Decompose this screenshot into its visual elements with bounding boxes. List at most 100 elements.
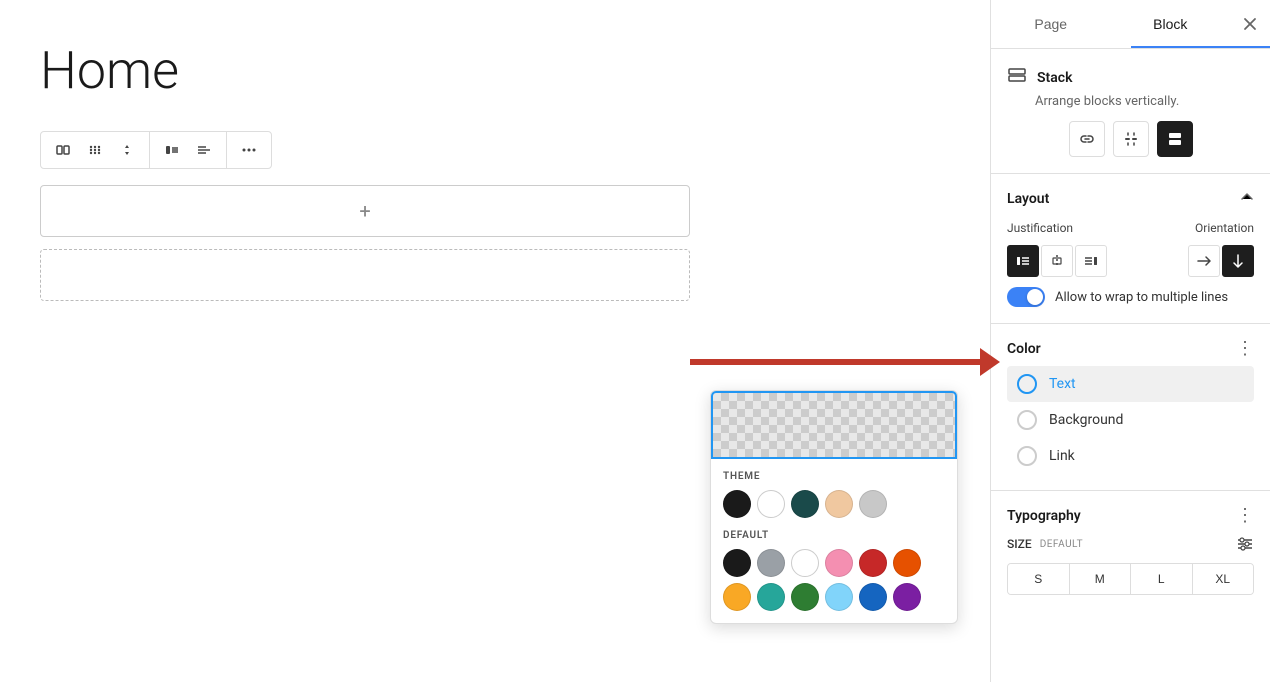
canvas-area: Home bbox=[0, 0, 990, 682]
size-l-btn[interactable]: L bbox=[1131, 564, 1193, 594]
size-label: SIZE bbox=[1007, 537, 1032, 551]
stack-link-btn[interactable] bbox=[1069, 121, 1105, 157]
justify-right-btn[interactable] bbox=[1075, 245, 1107, 277]
toolbar-grid-btn[interactable] bbox=[81, 136, 109, 164]
color-option-text[interactable]: Text bbox=[1007, 366, 1254, 402]
theme-label: THEME bbox=[723, 471, 945, 482]
swatch-teal[interactable] bbox=[791, 490, 819, 518]
justify-buttons bbox=[1007, 245, 1107, 277]
toolbar-group-2 bbox=[150, 132, 227, 168]
swatch-d-yellow[interactable] bbox=[723, 583, 751, 611]
swatch-d-green[interactable] bbox=[791, 583, 819, 611]
swatch-d-gray[interactable] bbox=[757, 549, 785, 577]
page-title: Home bbox=[40, 40, 950, 101]
layout-collapse-btn[interactable] bbox=[1240, 190, 1254, 207]
color-option-link[interactable]: Link bbox=[1007, 438, 1254, 474]
sidebar-close-btn[interactable] bbox=[1230, 0, 1270, 48]
typography-more-btn[interactable]: ⋮ bbox=[1236, 507, 1254, 525]
layout-header: Layout bbox=[1007, 190, 1254, 207]
stack-header: Stack bbox=[1007, 65, 1254, 90]
color-preview[interactable] bbox=[711, 391, 957, 459]
toolbar-align-left-btn[interactable] bbox=[158, 136, 186, 164]
color-option-background[interactable]: Background bbox=[1007, 402, 1254, 438]
swatch-d-blue[interactable] bbox=[859, 583, 887, 611]
stack-desc: Arrange blocks vertically. bbox=[1035, 94, 1254, 109]
toolbar-stack-btn[interactable] bbox=[49, 136, 77, 164]
size-xl-btn[interactable]: XL bbox=[1193, 564, 1254, 594]
layout-btns-row bbox=[1007, 245, 1254, 277]
size-row: SIZE DEFAULT bbox=[1007, 535, 1254, 553]
swatch-black[interactable] bbox=[723, 490, 751, 518]
color-section: Color ⋮ Text Background Link bbox=[991, 324, 1270, 491]
tab-indicator bbox=[1131, 46, 1270, 48]
stack-unlink-btn[interactable] bbox=[1113, 121, 1149, 157]
color-section-title: Color bbox=[1007, 341, 1041, 357]
color-text-label: Text bbox=[1049, 376, 1076, 392]
sidebar: Page Block Stack Arrange blocks vertical… bbox=[990, 0, 1270, 682]
add-block-icon: + bbox=[359, 199, 370, 223]
swatch-peach[interactable] bbox=[825, 490, 853, 518]
swatch-d-lblue[interactable] bbox=[825, 583, 853, 611]
stack-icon bbox=[1007, 65, 1027, 90]
stack-stack-btn[interactable] bbox=[1157, 121, 1193, 157]
sidebar-tabs: Page Block bbox=[991, 0, 1270, 49]
color-link-label: Link bbox=[1049, 448, 1075, 464]
layout-title: Layout bbox=[1007, 191, 1049, 207]
swatch-d-red[interactable] bbox=[859, 549, 887, 577]
tab-page[interactable]: Page bbox=[991, 0, 1111, 48]
empty-block bbox=[40, 249, 690, 301]
justify-left-btn[interactable] bbox=[1007, 245, 1039, 277]
tab-block[interactable]: Block bbox=[1111, 0, 1231, 48]
orientation-label: Orientation bbox=[1195, 221, 1254, 235]
wrap-toggle[interactable] bbox=[1007, 287, 1045, 307]
justification-label: Justification bbox=[1007, 221, 1073, 235]
color-picker-body: THEME DEFAULT bbox=[711, 459, 957, 623]
typography-section: Typography ⋮ SIZE DEFAULT S M L XL bbox=[991, 491, 1270, 611]
color-bg-circle bbox=[1017, 410, 1037, 430]
color-text-circle bbox=[1017, 374, 1037, 394]
orientation-buttons bbox=[1188, 245, 1254, 277]
color-section-header: Color ⋮ bbox=[1007, 340, 1254, 358]
toolbar-align-right-btn[interactable] bbox=[190, 136, 218, 164]
swatch-d-teal[interactable] bbox=[757, 583, 785, 611]
swatch-white[interactable] bbox=[757, 490, 785, 518]
toggle-knob bbox=[1027, 289, 1043, 305]
toolbar-group-3 bbox=[227, 132, 271, 168]
add-block-btn[interactable]: + bbox=[40, 185, 690, 237]
swatch-d-white[interactable] bbox=[791, 549, 819, 577]
swatch-d-pink[interactable] bbox=[825, 549, 853, 577]
layout-justify-row: Justification Orientation bbox=[1007, 221, 1254, 235]
toolbar-move-btn[interactable] bbox=[113, 136, 141, 164]
layout-section: Layout Justification Orientation bbox=[991, 174, 1270, 324]
default-label: DEFAULT bbox=[723, 530, 945, 541]
color-arrow bbox=[690, 348, 1000, 376]
swatch-d-orange[interactable] bbox=[893, 549, 921, 577]
size-adjust-icon[interactable] bbox=[1236, 535, 1254, 553]
typography-header: Typography ⋮ bbox=[1007, 507, 1254, 525]
theme-swatches bbox=[723, 490, 945, 518]
orient-horiz-btn[interactable] bbox=[1188, 245, 1220, 277]
swatch-gray[interactable] bbox=[859, 490, 887, 518]
color-link-circle bbox=[1017, 446, 1037, 466]
default-swatches bbox=[723, 549, 945, 611]
size-m-btn[interactable]: M bbox=[1070, 564, 1132, 594]
color-more-btn[interactable]: ⋮ bbox=[1236, 340, 1254, 358]
stack-section: Stack Arrange blocks vertically. bbox=[991, 49, 1270, 174]
wrap-row: Allow to wrap to multiple lines bbox=[1007, 287, 1254, 307]
typography-title: Typography bbox=[1007, 508, 1081, 524]
swatch-d-purple[interactable] bbox=[893, 583, 921, 611]
justify-center-btn[interactable] bbox=[1041, 245, 1073, 277]
swatch-d-black[interactable] bbox=[723, 549, 751, 577]
toolbar-group-1 bbox=[41, 132, 150, 168]
size-buttons: S M L XL bbox=[1007, 563, 1254, 595]
size-default-label: DEFAULT bbox=[1040, 539, 1083, 550]
stack-title: Stack bbox=[1037, 70, 1072, 86]
block-toolbar bbox=[40, 131, 272, 169]
arrow-shaft bbox=[690, 359, 980, 365]
stack-controls bbox=[1007, 121, 1254, 157]
orient-vert-btn[interactable] bbox=[1222, 245, 1254, 277]
size-s-btn[interactable]: S bbox=[1008, 564, 1070, 594]
wrap-label: Allow to wrap to multiple lines bbox=[1055, 290, 1228, 305]
toolbar-more-btn[interactable] bbox=[235, 136, 263, 164]
arrow-head bbox=[980, 348, 1000, 376]
